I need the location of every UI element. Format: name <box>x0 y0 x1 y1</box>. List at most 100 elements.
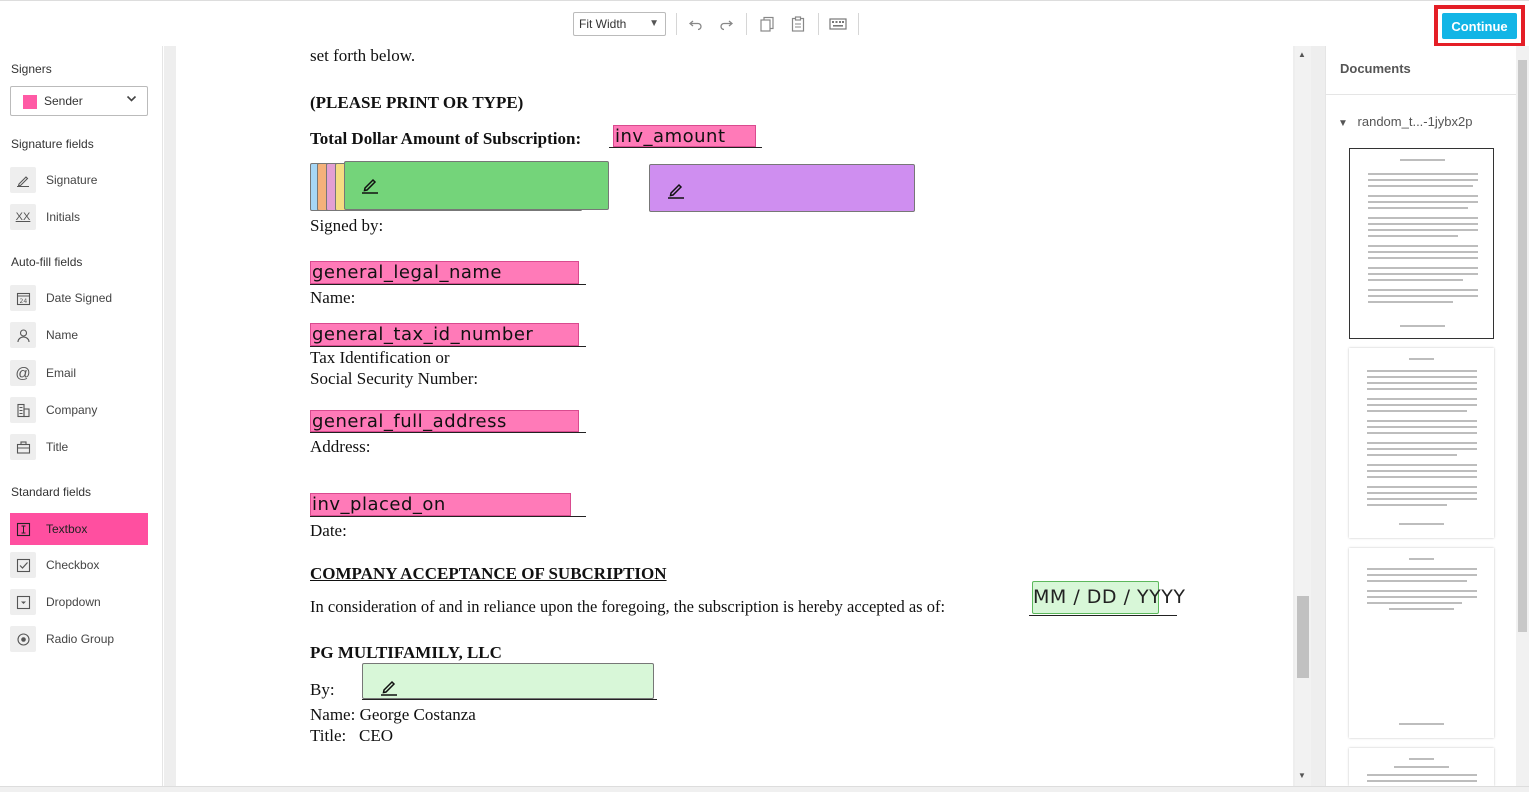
underline <box>310 346 586 347</box>
thumb-line <box>1367 464 1477 466</box>
field-email[interactable]: @ Email <box>10 357 148 389</box>
pen-icon <box>666 179 686 204</box>
autofill-fields-title: Auto-fill fields <box>11 255 83 269</box>
field-inv-placed-on[interactable]: inv_placed_on <box>310 493 571 516</box>
thumb-line <box>1389 608 1454 610</box>
field-label: Radio Group <box>46 632 115 646</box>
bottom-edge <box>0 786 1529 792</box>
thumb-line <box>1367 410 1467 412</box>
undo-icon[interactable] <box>686 14 706 34</box>
field-label: Initials <box>46 210 81 224</box>
divider <box>1326 94 1516 95</box>
doc-tax-label-2: Social Security Number: <box>310 369 479 388</box>
document-tree-item[interactable]: ▼ random_t...-1jybx2p <box>1338 114 1472 129</box>
thumb-line <box>1367 492 1477 494</box>
field-label: Company <box>46 403 98 417</box>
page-thumbnail-1[interactable] <box>1349 148 1494 339</box>
thumb-line <box>1367 596 1477 598</box>
thumb-line <box>1409 758 1434 760</box>
scroll-down-icon[interactable]: ▼ <box>1298 771 1306 780</box>
field-dropdown[interactable]: Dropdown <box>10 586 148 618</box>
thumb-line <box>1368 289 1478 291</box>
dropdown-icon <box>10 589 36 615</box>
thumb-line <box>1367 454 1457 456</box>
page-thumbnail-4[interactable] <box>1349 748 1494 786</box>
documents-title: Documents <box>1340 61 1411 76</box>
pen-icon <box>360 174 380 199</box>
doc-signer-name: Name: George Costanza <box>310 705 476 724</box>
field-radio-group[interactable]: Radio Group <box>10 623 148 655</box>
field-label: Date Signed <box>46 291 113 305</box>
underline <box>310 284 586 285</box>
field-initials[interactable]: XX Initials <box>10 201 148 233</box>
thumb-line <box>1368 185 1473 187</box>
signature-field-signer-2[interactable] <box>649 164 915 212</box>
top-toolbar: Fit Width ▼ Continue <box>0 0 1529 47</box>
thumb-line <box>1367 574 1477 576</box>
thumb-line <box>1409 358 1434 360</box>
keyboard-icon[interactable] <box>828 14 848 34</box>
scrollbar-thumb[interactable] <box>1518 60 1527 632</box>
radio-icon <box>10 626 36 652</box>
toolbar-divider <box>676 13 677 35</box>
briefcase-icon <box>10 434 36 460</box>
field-title[interactable]: Title <box>10 431 148 463</box>
thumb-line <box>1368 195 1478 197</box>
thumb-line <box>1368 235 1458 237</box>
thumb-line <box>1367 568 1477 570</box>
documents-scrollbar[interactable] <box>1516 46 1529 786</box>
document-scrollbar[interactable]: ▲ ▼ <box>1295 46 1311 786</box>
page-thumbnail-3[interactable] <box>1349 548 1494 738</box>
signature-field-sender[interactable] <box>344 161 609 210</box>
field-name[interactable]: Name <box>10 319 148 351</box>
thumb-line <box>1368 217 1478 219</box>
redo-icon[interactable] <box>716 14 736 34</box>
documents-panel: Documents ▼ random_t...-1jybx2p <box>1325 46 1529 786</box>
continue-button[interactable]: Continue <box>1442 13 1517 39</box>
doc-tax-label-1: Tax Identification or <box>310 348 450 367</box>
signature-field-company[interactable] <box>362 663 654 699</box>
scrollbar-thumb[interactable] <box>1297 596 1309 678</box>
thumb-line <box>1367 470 1477 472</box>
thumb-line <box>1367 382 1477 384</box>
field-legal-name[interactable]: general_legal_name <box>310 261 579 284</box>
thumb-line <box>1367 426 1477 428</box>
field-textbox[interactable]: Textbox <box>10 513 148 545</box>
thumb-line <box>1367 404 1477 406</box>
thumb-line <box>1368 267 1478 269</box>
field-checkbox[interactable]: Checkbox <box>10 549 148 581</box>
chevron-down-icon: ▼ <box>649 18 659 29</box>
page-thumbnail-2[interactable] <box>1349 348 1494 538</box>
thumb-line <box>1400 325 1445 327</box>
thumb-line <box>1367 774 1477 776</box>
thumb-line <box>1368 257 1478 259</box>
building-icon <box>10 397 36 423</box>
zoom-select[interactable]: Fit Width ▼ <box>573 12 666 36</box>
underline <box>310 432 586 433</box>
field-tax-id[interactable]: general_tax_id_number <box>310 323 579 346</box>
field-full-address[interactable]: general_full_address <box>310 410 579 432</box>
field-label: Title <box>46 440 69 454</box>
initials-icon: XX <box>10 204 36 230</box>
signer-selected: Sender <box>44 94 83 108</box>
thumb-line <box>1399 523 1444 525</box>
thumb-line <box>1399 723 1444 725</box>
doc-signed-by: Signed by: <box>310 216 384 235</box>
calendar-icon: 24 <box>10 285 36 311</box>
field-signature[interactable]: Signature <box>10 164 148 196</box>
thumb-line <box>1368 179 1478 181</box>
field-label: Name <box>46 328 79 342</box>
scroll-up-icon[interactable]: ▲ <box>1298 50 1306 59</box>
field-inv-amount[interactable]: inv_amount <box>613 125 756 147</box>
thumb-line <box>1400 159 1445 161</box>
thumb-line <box>1367 498 1477 500</box>
field-date-signed[interactable]: 24 Date Signed <box>10 282 148 314</box>
underline <box>362 699 657 700</box>
thumb-line <box>1367 486 1477 488</box>
thumb-line <box>1368 223 1478 225</box>
doc-name-label: Name: <box>310 288 356 307</box>
field-company[interactable]: Company <box>10 394 148 426</box>
signer-select[interactable]: Sender <box>10 86 148 116</box>
paste-icon[interactable] <box>788 14 808 34</box>
copy-icon[interactable] <box>757 14 777 34</box>
